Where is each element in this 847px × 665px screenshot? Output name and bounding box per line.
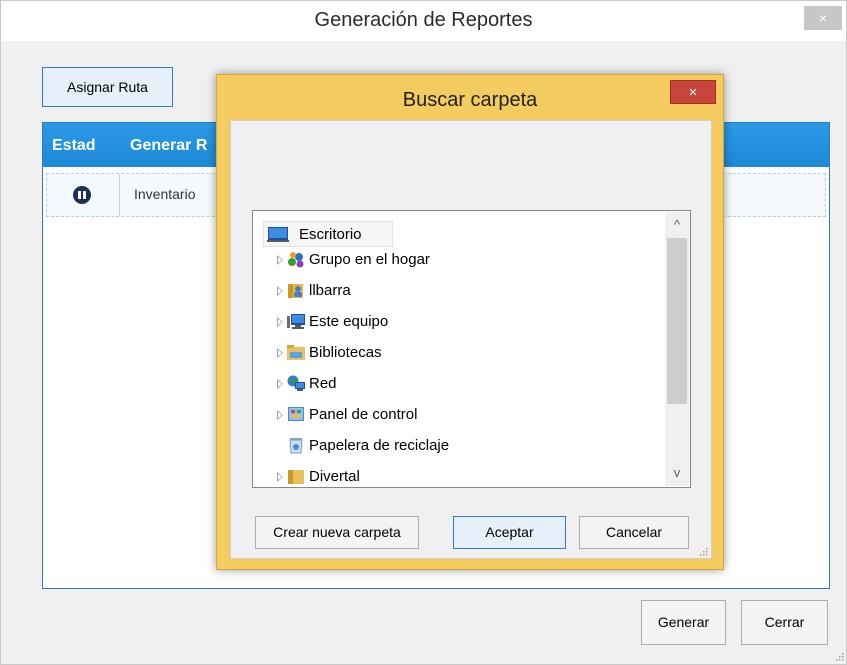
tree-item-label: Grupo en el hogar <box>309 251 430 268</box>
folder-icon <box>288 470 304 484</box>
expand-arrow-icon[interactable] <box>277 472 283 482</box>
dialog-body: Escritorio Grupo en el hogar llbarra Est… <box>230 120 712 559</box>
tree-item-control-panel[interactable]: Panel de control <box>263 402 643 428</box>
expand-arrow-icon[interactable] <box>277 255 283 265</box>
folder-tree[interactable]: Escritorio Grupo en el hogar llbarra Est… <box>252 210 691 488</box>
tree-item-label: Red <box>309 375 337 392</box>
tree-item-libraries[interactable]: Bibliotecas <box>263 340 643 366</box>
tree-item-label: Panel de control <box>309 406 418 423</box>
tree-item-label: Papelera de reciclaje <box>309 437 450 454</box>
cell-divider <box>119 174 120 216</box>
computer-icon <box>287 314 305 329</box>
window-close-button[interactable]: × <box>804 6 842 30</box>
resize-grip-icon[interactable] <box>834 651 844 661</box>
libraries-icon <box>287 345 305 360</box>
tree-item-network[interactable]: Red <box>263 371 643 397</box>
assign-route-button[interactable]: Asignar Ruta <box>42 67 173 107</box>
expand-arrow-icon[interactable] <box>277 286 283 296</box>
new-folder-button[interactable]: Crear nueva carpeta <box>255 516 419 549</box>
tree-item-divertal[interactable]: Divertal <box>263 464 643 487</box>
cancel-button[interactable]: Cancelar <box>579 516 689 549</box>
pause-icon[interactable] <box>73 186 91 204</box>
ok-button[interactable]: Aceptar <box>453 516 566 549</box>
user-folder-icon <box>288 284 303 298</box>
tree-item-recycle-bin[interactable]: Papelera de reciclaje <box>263 433 643 459</box>
column-header-generate[interactable]: Generar R <box>130 137 207 155</box>
expand-arrow-icon[interactable] <box>277 410 283 420</box>
browse-folder-dialog: Buscar carpeta × Escritorio Grupo en el … <box>216 74 724 570</box>
tree-item-user[interactable]: llbarra <box>263 278 643 304</box>
dialog-title: Buscar carpeta <box>402 89 538 111</box>
close-button[interactable]: Cerrar <box>741 600 828 645</box>
expand-arrow-icon[interactable] <box>277 379 283 389</box>
homegroup-icon <box>288 252 304 268</box>
control-panel-icon <box>288 407 304 421</box>
generate-button[interactable]: Generar <box>641 600 726 645</box>
dialog-close-button[interactable]: × <box>670 80 716 104</box>
scroll-down-icon[interactable]: v <box>665 460 689 486</box>
report-name: Inventario <box>134 186 196 202</box>
column-header-state[interactable]: Estad <box>52 137 96 155</box>
desktop-icon <box>267 227 289 242</box>
scroll-thumb[interactable] <box>667 238 687 404</box>
tree-item-label: llbarra <box>309 282 351 299</box>
tree-item-this-pc[interactable]: Este equipo <box>263 309 643 335</box>
tree-item-desktop[interactable]: Escritorio <box>263 221 393 247</box>
tree-item-label: Escritorio <box>299 226 362 243</box>
expand-arrow-icon[interactable] <box>277 348 283 358</box>
tree-scrollbar[interactable]: ^ v <box>665 212 689 486</box>
expand-arrow-icon[interactable] <box>277 317 283 327</box>
tree-item-label: Bibliotecas <box>309 344 382 361</box>
recycle-bin-icon <box>289 438 303 454</box>
tree-item-label: Divertal <box>309 468 360 485</box>
tree-item-label: Este equipo <box>309 313 389 330</box>
window-title: Generación de Reportes <box>314 9 533 31</box>
tree-item-homegroup[interactable]: Grupo en el hogar <box>263 247 643 273</box>
network-icon <box>287 375 305 391</box>
resize-grip-icon[interactable] <box>697 545 709 557</box>
scroll-up-icon[interactable]: ^ <box>665 212 689 238</box>
main-titlebar: Generación de Reportes × <box>1 1 846 41</box>
